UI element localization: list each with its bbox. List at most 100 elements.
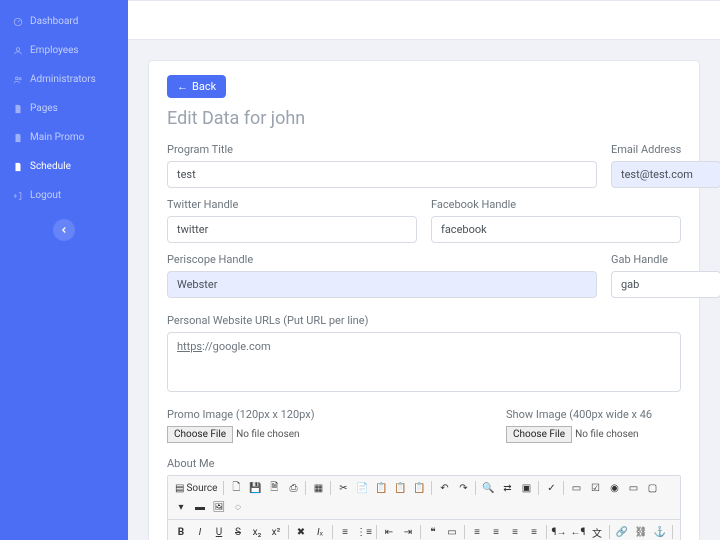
selectall-icon[interactable]: ▣ xyxy=(517,479,535,497)
form-card: ←Back Edit Data for john Program Title E… xyxy=(148,60,700,540)
outdent-icon[interactable]: ⇤ xyxy=(380,523,398,540)
hidden-icon[interactable]: ◌ xyxy=(229,498,247,516)
find-icon[interactable]: 🔍 xyxy=(479,479,497,497)
sidebar-item-pages[interactable]: Pages xyxy=(0,94,128,123)
undo-icon[interactable]: ↶ xyxy=(435,479,453,497)
link-icon[interactable]: 🔗 xyxy=(613,523,631,540)
checkbox-icon[interactable]: ☑ xyxy=(586,479,604,497)
paste-icon[interactable]: 📋 xyxy=(372,479,390,497)
paste-text-icon[interactable]: 📋 xyxy=(391,479,409,497)
file-icon xyxy=(13,104,23,114)
align-center-icon[interactable]: ≡ xyxy=(487,523,505,540)
file-icon xyxy=(13,133,23,143)
arrow-left-icon: ← xyxy=(177,80,188,93)
templates-icon[interactable]: ▦ xyxy=(309,479,327,497)
save-icon[interactable]: 💾 xyxy=(246,479,264,497)
div-icon[interactable]: ▭ xyxy=(443,523,461,540)
italic-icon[interactable]: I xyxy=(191,523,209,540)
indent-icon[interactable]: ⇥ xyxy=(399,523,417,540)
sidebar-item-label: Administrators xyxy=(30,74,96,85)
email-input[interactable] xyxy=(611,161,720,188)
facebook-label: Facebook Handle xyxy=(431,198,681,211)
gab-input[interactable] xyxy=(611,271,720,298)
sidebar-item-logout[interactable]: Logout xyxy=(0,181,128,210)
top-bar xyxy=(128,0,720,40)
sidebar-item-administrators[interactable]: Administrators xyxy=(0,65,128,94)
facebook-input[interactable] xyxy=(431,216,681,243)
numbered-list-icon[interactable]: ≡ xyxy=(336,523,354,540)
rtl-icon[interactable]: ←¶ xyxy=(569,523,587,540)
sidebar-item-dashboard[interactable]: Dashboard xyxy=(0,7,128,36)
promo-image-label: Promo Image (120px x 120px) xyxy=(167,408,342,421)
anchor-icon[interactable]: ⚓ xyxy=(651,523,669,540)
bold-icon[interactable]: B xyxy=(172,523,190,540)
page-title: Edit Data for john xyxy=(167,108,681,129)
twitter-label: Twitter Handle xyxy=(167,198,417,211)
sidebar-item-label: Main Promo xyxy=(30,132,84,143)
textfield-icon[interactable]: ▭ xyxy=(624,479,642,497)
sidebar-item-label: Schedule xyxy=(30,161,71,172)
strike-icon[interactable]: S xyxy=(229,523,247,540)
gab-label: Gab Handle xyxy=(611,253,720,266)
new-icon[interactable]: 🗋 xyxy=(227,479,245,497)
preview-icon[interactable]: 🗎 xyxy=(265,479,283,497)
spellcheck-icon[interactable]: ✓ xyxy=(542,479,560,497)
promo-choose-file-button[interactable]: Choose File xyxy=(167,426,233,443)
users-icon xyxy=(13,75,23,85)
user-icon xyxy=(13,46,23,56)
align-right-icon[interactable]: ≡ xyxy=(506,523,524,540)
sidebar-item-label: Logout xyxy=(30,190,61,201)
textarea-icon[interactable]: ▢ xyxy=(643,479,661,497)
print-icon[interactable]: ⎙ xyxy=(284,479,302,497)
cut-icon[interactable]: ✂ xyxy=(334,479,352,497)
twitter-input[interactable] xyxy=(167,216,417,243)
promo-file-status: No file chosen xyxy=(236,429,300,440)
main-content: ←Back Edit Data for john Program Title E… xyxy=(128,40,720,540)
removeformat-icon[interactable]: ✖ xyxy=(292,523,310,540)
unlink-icon[interactable]: ⛓ xyxy=(632,523,650,540)
sidebar-item-schedule[interactable]: Schedule xyxy=(0,152,128,181)
sidebar-item-label: Dashboard xyxy=(30,16,78,27)
blockquote-icon[interactable]: ❝ xyxy=(424,523,442,540)
show-file-status: No file chosen xyxy=(575,429,639,440)
sidebar-item-employees[interactable]: Employees xyxy=(0,36,128,65)
underline-icon[interactable]: U xyxy=(210,523,228,540)
ltr-icon[interactable]: ¶→ xyxy=(550,523,568,540)
image-button-icon[interactable]: 🖼 xyxy=(210,498,228,516)
sidebar-item-main-promo[interactable]: Main Promo xyxy=(0,123,128,152)
urls-textarea[interactable]: https://google.com xyxy=(167,332,681,392)
copyformat-icon[interactable]: Iₓ xyxy=(311,523,329,540)
subscript-icon[interactable]: x₂ xyxy=(248,523,266,540)
back-button[interactable]: ←Back xyxy=(167,75,226,98)
radio-icon[interactable]: ◉ xyxy=(605,479,623,497)
source-button[interactable]: ▤ Source xyxy=(172,479,220,497)
align-justify-icon[interactable]: ≡ xyxy=(525,523,543,540)
rich-text-editor: ▤ Source 🗋 💾 🗎 ⎙ ▦ ✂ 📄 📋 📋 📋 ↶ xyxy=(167,475,681,540)
button-icon[interactable]: ▬ xyxy=(191,498,209,516)
select-icon[interactable]: ▾ xyxy=(172,498,190,516)
periscope-input[interactable] xyxy=(167,271,597,298)
collapse-sidebar-button[interactable] xyxy=(53,219,75,241)
bullet-list-icon[interactable]: ⋮≡ xyxy=(355,523,373,540)
email-label: Email Address xyxy=(611,143,720,156)
copy-icon[interactable]: 📄 xyxy=(353,479,371,497)
sidebar-item-label: Employees xyxy=(30,45,79,56)
show-image-label: Show Image (400px wide x 46 xyxy=(506,408,681,421)
language-icon[interactable]: 文 xyxy=(588,523,606,540)
program-title-label: Program Title xyxy=(167,143,597,156)
redo-icon[interactable]: ↷ xyxy=(454,479,472,497)
editor-toolbar-row1: ▤ Source 🗋 💾 🗎 ⎙ ▦ ✂ 📄 📋 📋 📋 ↶ xyxy=(168,476,680,520)
file-icon xyxy=(13,162,23,172)
urls-label: Personal Website URLs (Put URL per line) xyxy=(167,314,681,327)
form-icon[interactable]: ▭ xyxy=(567,479,585,497)
superscript-icon[interactable]: x² xyxy=(267,523,285,540)
editor-toolbar-row2: B I U S x₂ x² ✖ Iₓ ≡ ⋮≡ ⇤ ⇥ ❝ xyxy=(168,520,680,540)
align-left-icon[interactable]: ≡ xyxy=(468,523,486,540)
replace-icon[interactable]: ⇄ xyxy=(498,479,516,497)
program-title-input[interactable] xyxy=(167,161,597,188)
show-choose-file-button[interactable]: Choose File xyxy=(506,426,572,443)
sidebar: Dashboard Employees Administrators Pages… xyxy=(0,0,128,540)
periscope-label: Periscope Handle xyxy=(167,253,597,266)
about-me-label: About Me xyxy=(167,457,681,470)
paste-word-icon[interactable]: 📋 xyxy=(410,479,428,497)
